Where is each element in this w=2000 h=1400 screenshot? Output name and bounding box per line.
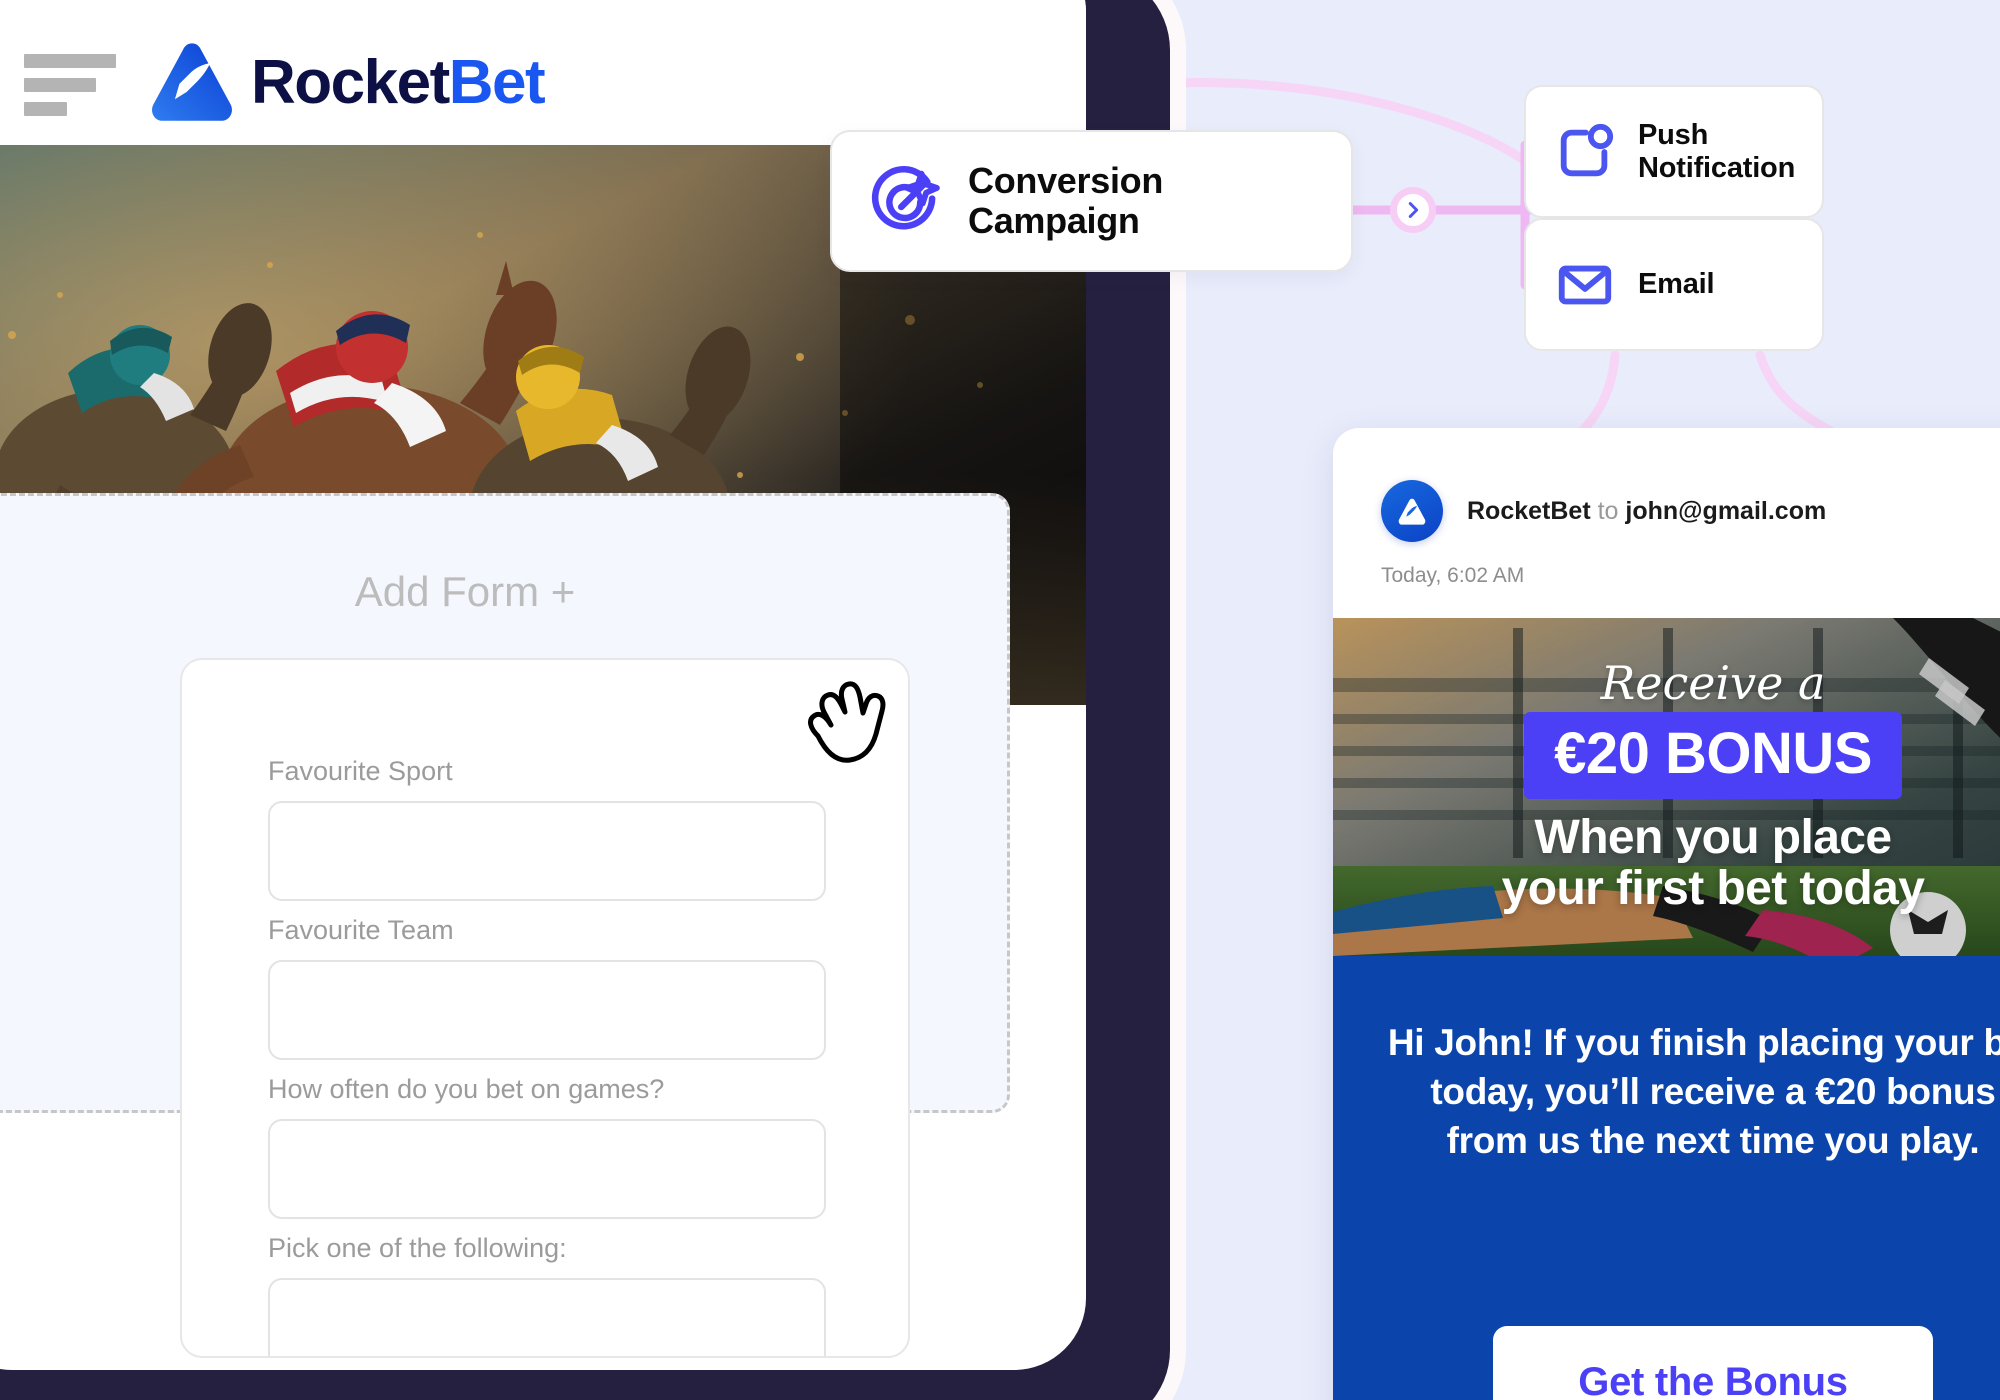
field-label: How often do you bet on games?	[268, 1074, 665, 1104]
email-banner-image: Receive a €20 BONUS When you place your …	[1333, 618, 2000, 956]
chevron-right-icon	[1408, 202, 1419, 218]
form-field-pick-one: Pick one of the following:	[268, 1233, 826, 1356]
grab-hand-cursor-icon	[808, 681, 886, 763]
form-field-favourite-sport: Favourite Sport	[268, 756, 826, 901]
form-field-bet-frequency: How often do you bet on games?	[268, 1074, 826, 1219]
banner-script-line: Receive a	[1600, 655, 1826, 710]
campaign-title-line1: Conversion	[968, 159, 1164, 201]
get-the-bonus-button[interactable]: Get the Bonus	[1493, 1326, 1933, 1400]
app-header: RocketBet	[0, 0, 1086, 145]
screenshot-stage: RocketBet Add Form + Favourite Sport Fav…	[0, 0, 2000, 1400]
conversion-campaign-card[interactable]: Conversion Campaign	[830, 130, 1353, 272]
channel-label: Email	[1638, 268, 1715, 301]
campaign-title-line2: Campaign	[968, 200, 1140, 241]
email-header: RocketBet to john@gmail.com	[1333, 428, 2000, 542]
email-to-word: to	[1597, 496, 1619, 525]
push-label-line2: Notification	[1638, 151, 1796, 184]
email-timestamp: Today, 6:02 AM	[1381, 564, 1525, 587]
push-notification-icon	[1560, 123, 1614, 176]
brand-text-rocket: Rocket	[251, 48, 450, 117]
bet-frequency-input[interactable]	[268, 1119, 826, 1219]
channel-card-email[interactable]: Email	[1524, 218, 1824, 351]
email-sender: RocketBet	[1467, 496, 1591, 525]
pick-one-input[interactable]	[268, 1278, 826, 1356]
field-label: Pick one of the following:	[268, 1233, 567, 1263]
channel-label: Push Notification	[1638, 119, 1795, 184]
email-recipient: john@gmail.com	[1625, 496, 1827, 525]
field-label: Favourite Sport	[268, 756, 453, 786]
favourite-team-input[interactable]	[268, 960, 826, 1060]
email-cta-area: Get the Bonus	[1333, 1288, 2000, 1400]
field-label: Favourite Team	[268, 915, 454, 945]
banner-headline-line1: When you place	[1534, 810, 1893, 864]
email-body-text: Hi John! If you finish placing your bet …	[1387, 1022, 2000, 1162]
banner-bonus-badge: €20 BONUS	[1524, 711, 1902, 799]
banner-copy: Receive a €20 BONUS When you place your …	[1333, 618, 2000, 956]
rocketbet-avatar-icon	[1381, 480, 1443, 542]
channel-card-push-notification[interactable]: Push Notification	[1524, 85, 1824, 218]
envelope-icon	[1558, 265, 1612, 304]
email-preview-panel: RocketBet to john@gmail.com Today, 6:02 …	[1333, 428, 2000, 1400]
flow-branch-node[interactable]	[1390, 187, 1436, 233]
form-field-favourite-team: Favourite Team	[268, 915, 826, 1060]
campaign-title: Conversion Campaign	[968, 159, 1164, 242]
hamburger-menu-icon[interactable]	[24, 54, 116, 116]
add-form-label[interactable]: Add Form +	[0, 568, 1007, 616]
email-from-line: RocketBet to john@gmail.com	[1467, 497, 1826, 526]
search-input[interactable]	[268, 801, 826, 901]
email-label-line1: Email	[1638, 268, 1715, 301]
brand-text-bet: Bet	[448, 48, 546, 117]
brand-wordmark: RocketBet	[251, 52, 546, 114]
banner-headline-line2: your first bet today	[1501, 861, 1925, 915]
target-rocket-icon	[871, 166, 940, 230]
brand-logo: RocketBet	[147, 38, 546, 128]
push-label-line1: Push	[1638, 119, 1709, 152]
rocketbet-logo-icon	[152, 43, 232, 121]
